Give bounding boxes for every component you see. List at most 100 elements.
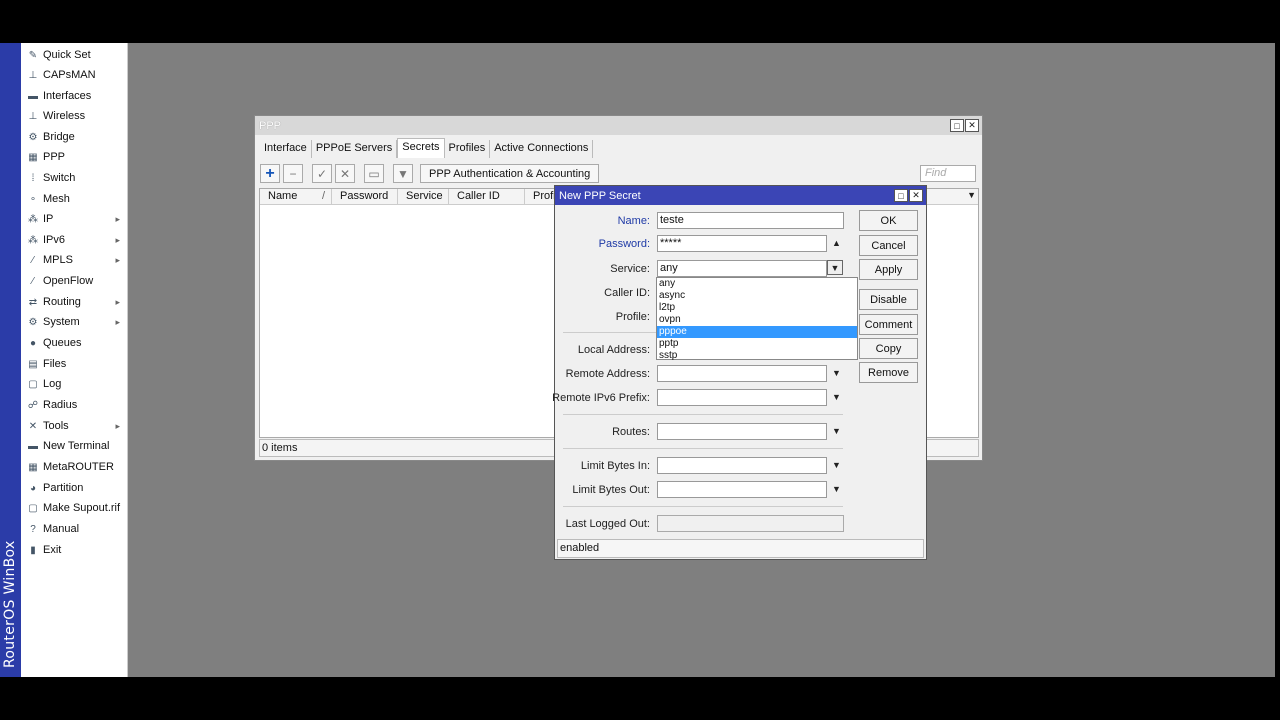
service-option-any[interactable]: any [657,278,857,290]
sidebar-item-routing[interactable]: ⇄ Routing ▸ [21,292,128,312]
sidebar-item-exit[interactable]: ▮ Exit [21,540,128,560]
copy-button[interactable]: Copy [859,338,918,359]
sidebar-item-quick-set[interactable]: ✎ Quick Set [21,45,128,65]
sidebar-item-files[interactable]: ▤ Files [21,354,128,374]
sidebar-item-interfaces[interactable]: ▬ Interfaces [21,86,128,106]
disable-button[interactable]: Disable [859,289,918,310]
sidebar-item-mesh[interactable]: ∘ Mesh [21,189,128,209]
password-toggle-icon[interactable]: ▲ [832,238,841,248]
sidebar-item-ppp[interactable]: ▦ PPP [21,147,128,167]
dialog-title: New PPP Secret [559,189,641,202]
maximize-icon[interactable]: □ [950,119,964,132]
dialog-status: enabled [557,539,924,558]
last-logged-out-row: Last Logged Out: [555,515,855,535]
sort-marker: / [321,190,325,202]
sidebar-item-queues[interactable]: ● Queues [21,333,128,353]
service-select[interactable]: any [657,260,827,277]
ppp-window-titlebar[interactable]: PPP [255,116,982,135]
sidebar-item-label: IPv6 [43,234,66,246]
remote-ipv6-field[interactable] [657,389,827,406]
limit-in-dropdown-icon[interactable]: ▼ [832,460,841,470]
apply-button[interactable]: Apply [859,259,918,280]
sidebar-item-mpls[interactable]: ⁄ MPLS ▸ [21,250,128,270]
sidebar-item-label: Interfaces [43,90,92,102]
sidebar-item-log[interactable]: ▢ Log [21,374,128,394]
remove-icon[interactable]: − [283,164,303,183]
limit-bytes-out-field[interactable] [657,481,827,498]
remote-ipv6-dropdown-icon[interactable]: ▼ [832,392,841,402]
dialog-titlebar[interactable]: New PPP Secret [555,186,926,205]
remote-address-dropdown-icon[interactable]: ▼ [832,368,841,378]
close-icon[interactable]: ✕ [965,119,979,132]
sidebar-item-wireless[interactable]: ⊥ Wireless [21,106,128,126]
ppp-auth-accounting-button[interactable]: PPP Authentication & Accounting [420,164,600,183]
sidebar-item-system[interactable]: ⚙ System ▸ [21,312,128,332]
tab-active-connections[interactable]: Active Connections [490,140,594,158]
dialog-maximize-icon[interactable]: □ [894,189,908,202]
column-caller-id[interactable]: Caller ID [449,189,525,204]
metarouter-icon: ▦ [28,461,38,473]
columns-dropdown-icon[interactable]: ▼ [967,190,976,200]
find-input[interactable]: Find [920,165,976,182]
service-option-pptp[interactable]: pptp [657,338,857,350]
service-label: Service: [610,263,650,275]
sidebar-item-openflow[interactable]: ⁄ OpenFlow [21,271,128,291]
service-option-async[interactable]: async [657,290,857,302]
quick-set-icon: ✎ [28,49,38,61]
sidebar-item-make-supout-rif[interactable]: ▢ Make Supout.rif [21,498,128,518]
system-icon: ⚙ [28,316,38,328]
column-name[interactable]: Name / [260,189,332,204]
sidebar-item-partition[interactable]: ◕ Partition [21,478,128,498]
sidebar-item-capsman[interactable]: ⊥ CAPsMAN [21,65,128,85]
sidebar-item-label: Bridge [43,131,75,143]
enable-icon[interactable]: ✓ [312,164,332,183]
service-option-ovpn[interactable]: ovpn [657,314,857,326]
remote-address-field[interactable] [657,365,827,382]
comment-button[interactable]: Comment [859,314,918,335]
sidebar-item-label: Wireless [43,110,86,122]
sidebar-item-tools[interactable]: ✕ Tools ▸ [21,416,128,436]
routes-dropdown-icon[interactable]: ▼ [832,426,841,436]
last-logged-out-label: Last Logged Out: [565,518,650,530]
service-option-pppoe[interactable]: pppoe [657,326,857,338]
disable-icon[interactable]: ✕ [335,164,355,183]
sidebar-item-ip[interactable]: ⁂ IP ▸ [21,209,128,229]
new-ppp-secret-dialog: New PPP Secret □ ✕ Name: teste Password:… [552,185,927,560]
column-password[interactable]: Password [332,189,398,204]
add-icon[interactable]: + [260,164,280,183]
remove-button[interactable]: Remove [859,362,918,383]
tools-icon: ✕ [28,420,38,432]
routes-field[interactable] [657,423,827,440]
filter-icon[interactable]: ▼ [393,164,413,183]
exit-icon: ▮ [30,544,36,556]
sidebar-item-radius[interactable]: ☍ Radius [21,395,128,415]
tab-pppoe-servers[interactable]: PPPoE Servers [312,140,398,158]
tab-profiles[interactable]: Profiles [445,140,491,158]
name-field[interactable]: teste [657,212,844,229]
limit-in-label: Limit Bytes In: [580,460,650,472]
files-icon: ▤ [28,358,38,370]
tab-secrets[interactable]: Secrets [397,138,445,158]
tab-interface[interactable]: Interface [260,140,312,158]
sidebar-item-new-terminal[interactable]: ▬ New Terminal [21,436,128,456]
limit-bytes-in-field[interactable] [657,457,827,474]
sidebar-item-manual[interactable]: ? Manual [21,519,128,539]
comment-icon[interactable]: ▭ [364,164,384,183]
sidebar-item-ipv6[interactable]: ⁂ IPv6 ▸ [21,230,128,250]
sidebar-item-switch[interactable]: ⁞ Switch [21,168,128,188]
cancel-button[interactable]: Cancel [859,235,918,256]
sidebar-item-label: CAPsMAN [43,69,96,81]
password-row: Password: ***** ▲ [555,235,855,255]
column-service[interactable]: Service [398,189,449,204]
password-field[interactable]: ***** [657,235,827,252]
sidebar-item-metarouter[interactable]: ▦ MetaROUTER [21,457,128,477]
sidebar-item-bridge[interactable]: ⚙ Bridge [21,127,128,147]
dialog-close-icon[interactable]: ✕ [909,189,923,202]
service-option-l2tp[interactable]: l2tp [657,302,857,314]
limit-out-dropdown-icon[interactable]: ▼ [832,484,841,494]
service-option-sstp[interactable]: sstp [657,350,857,362]
separator [563,506,843,507]
service-dropdown-icon[interactable]: ▼ [827,260,843,275]
sidebar-item-label: Log [43,378,62,390]
ok-button[interactable]: OK [859,210,918,231]
